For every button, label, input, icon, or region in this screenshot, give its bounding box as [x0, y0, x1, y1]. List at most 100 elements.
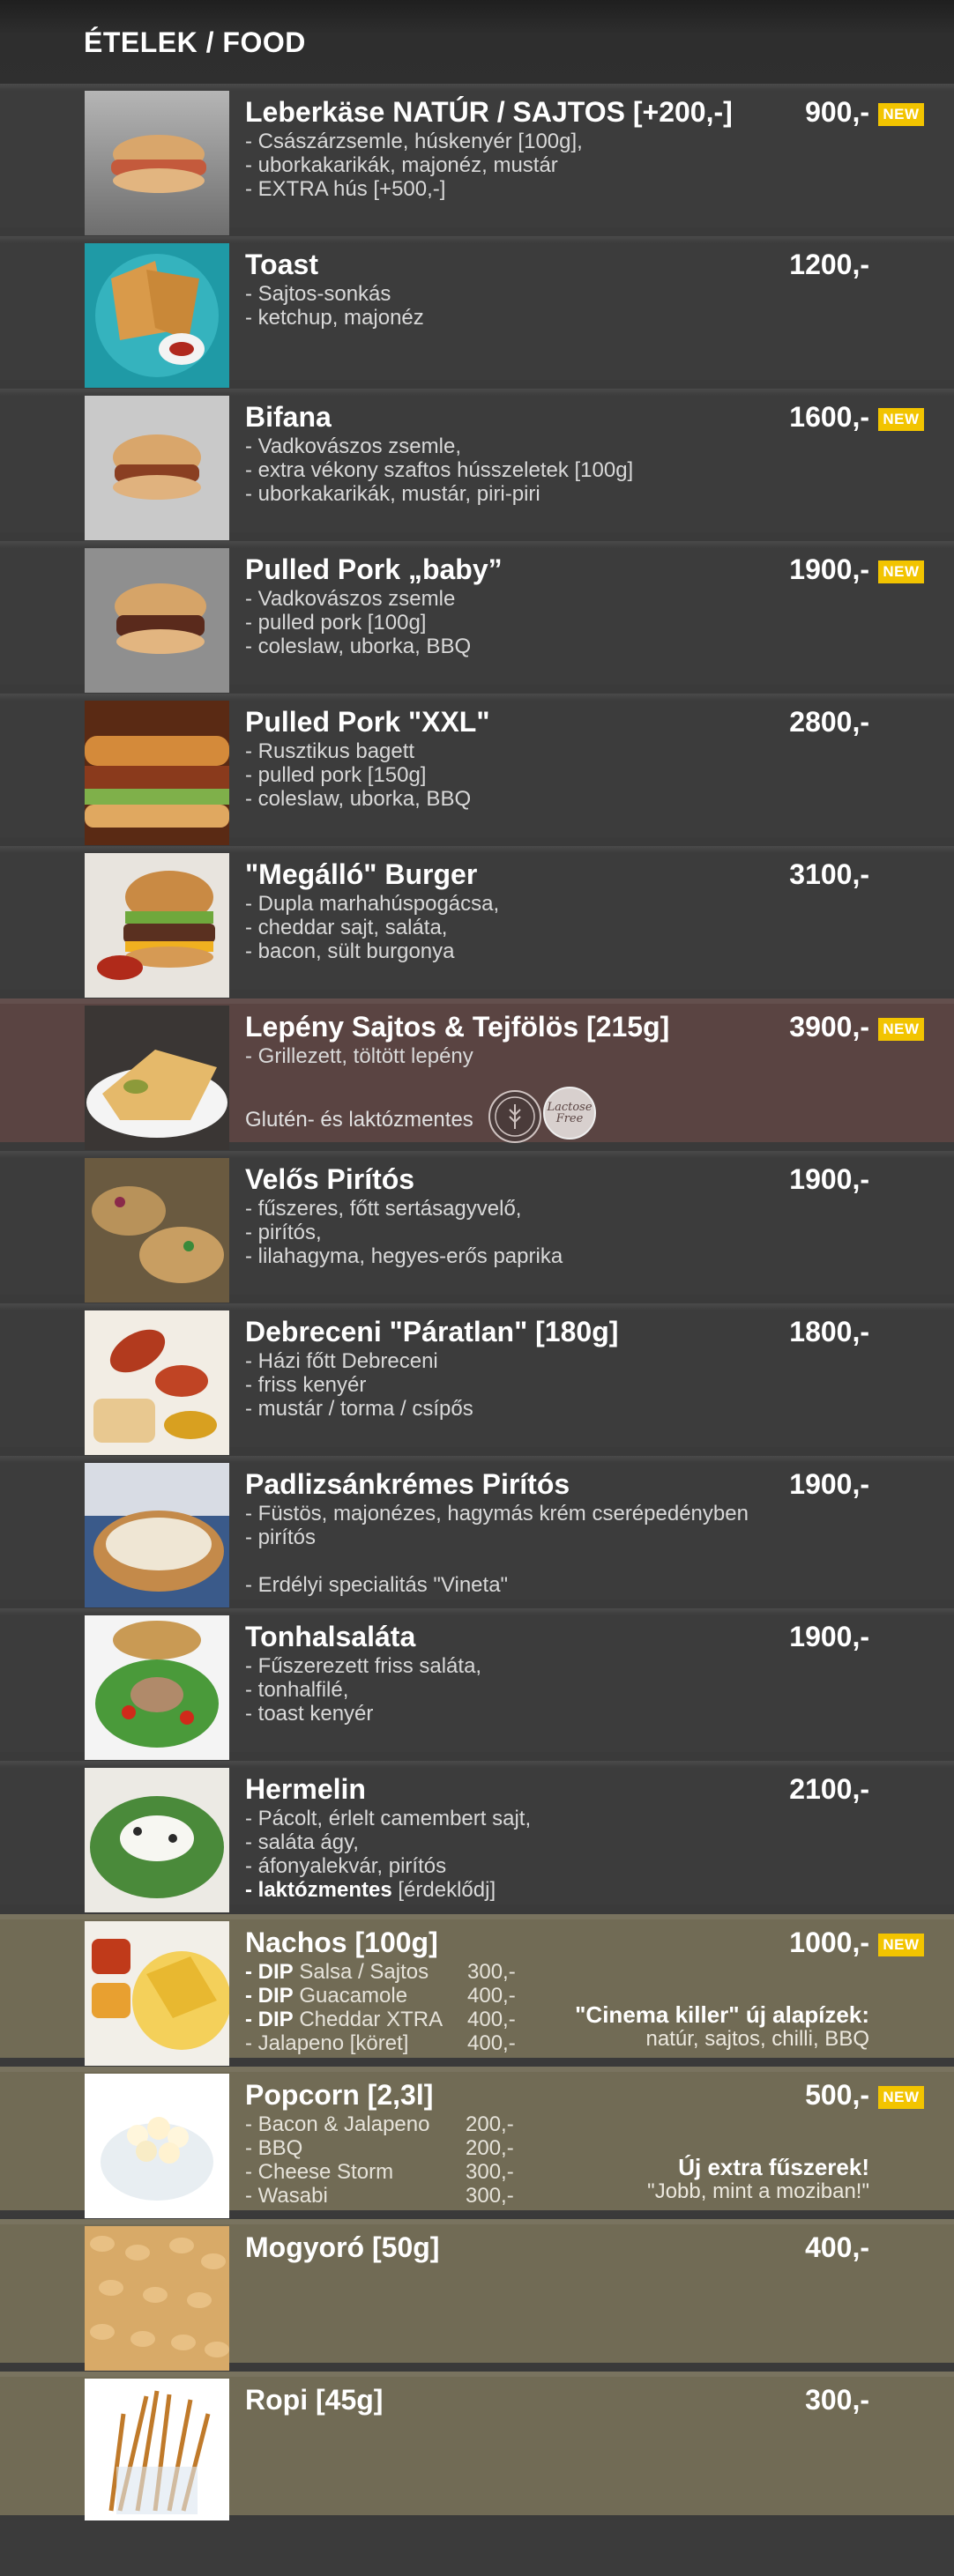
- option-price: 400,-: [467, 2008, 516, 2031]
- option-row: - Bacon & Jalapeno 200,-: [245, 2112, 527, 2136]
- menu-item-ropi: Ropi [45g] 300,-: [0, 2372, 954, 2523]
- food-photo: [85, 2226, 229, 2371]
- menu-item-lepeny: Lepény Sajtos & Tejfölös [215g] - Grille…: [0, 998, 954, 1150]
- desc-line: - laktózmentes [érdeklődj]: [245, 1878, 531, 1902]
- item-price: 1900,-: [789, 1468, 869, 1500]
- item-price: 3100,-: [789, 858, 869, 890]
- item-description: - Házi főtt Debreceni - friss kenyér - m…: [245, 1349, 473, 1421]
- menu-header: ÉTELEK / FOOD: [0, 0, 954, 88]
- desc-line: - Házi főtt Debreceni: [245, 1349, 438, 1373]
- desc-line: - áfonyalekvár, pirítós: [245, 1854, 447, 1878]
- option-name: - Jalapeno [köret]: [245, 2031, 409, 2055]
- desc-line: - toast kenyér: [245, 1702, 374, 1726]
- desc-line: - pulled pork [100g]: [245, 611, 427, 635]
- item-title: Padlizsánkrémes Pirítós: [245, 1468, 570, 1500]
- item-price: 1200,-: [789, 249, 869, 280]
- item-price: 2800,-: [789, 706, 869, 738]
- desc-line: - Vadkovászos zsemle: [245, 587, 456, 611]
- desc-line: - EXTRA hús [+500,-]: [245, 177, 446, 201]
- flavor-options: - Bacon & Jalapeno 200,- - BBQ 200,- - Che…: [245, 2112, 527, 2208]
- lactose-free-text: - laktózmentes: [245, 1878, 392, 1902]
- item-description: - Rusztikus bagett - pulled pork [150g] …: [245, 739, 471, 811]
- item-price: 500,-: [805, 2079, 869, 2111]
- desc-line: - Erdélyi specialitás "Vineta": [245, 1573, 509, 1597]
- option-price: 300,-: [467, 1960, 516, 1984]
- option-name: Cheddar XTRA: [293, 2008, 443, 2031]
- option-row: - Wasabi 300,-: [245, 2184, 527, 2208]
- item-title: Popcorn [2,3l]: [245, 2079, 434, 2111]
- item-price: 300,-: [805, 2384, 869, 2416]
- desc-line: - Rusztikus bagett: [245, 739, 415, 763]
- food-photo: [85, 2074, 229, 2218]
- item-title: "Megálló" Burger: [245, 858, 478, 890]
- item-price: 1900,-: [789, 553, 869, 585]
- item-description: - Vadkovászos zsemle, - extra vékony sza…: [245, 434, 633, 506]
- desc-line: - mustár / torma / csípős: [245, 1397, 473, 1421]
- item-price: 900,-: [805, 96, 869, 128]
- dip-options: - DIP Salsa / Sajtos 300,- - DIP Guacamol…: [245, 1960, 527, 2055]
- item-title: Lepény Sajtos & Tejfölös [215g]: [245, 1011, 670, 1043]
- item-description: - Pácolt, érlelt camembert sajt, - salát…: [245, 1807, 531, 1902]
- option-row: - DIP Guacamole 400,-: [245, 1984, 527, 2008]
- promo-subtitle: natúr, sajtos, chilli, BBQ: [645, 2027, 869, 2051]
- item-description: - Vadkovászos zsemle - pulled pork [100g…: [245, 587, 471, 658]
- menu-item-megallo-burger: "Megálló" Burger - Dupla marhahúspogácsa…: [0, 846, 954, 998]
- item-title: Leberkäse NATÚR / SAJTOS [+200,-]: [245, 96, 733, 128]
- item-price: 1000,-: [789, 1926, 869, 1958]
- desc-line: - Grillezett, töltött lepény: [245, 1044, 473, 1068]
- food-photo: [85, 1615, 229, 1760]
- option-price: 200,-: [466, 2112, 514, 2136]
- item-title: Toast: [245, 249, 318, 280]
- option-name: Salsa / Sajtos: [293, 1960, 429, 1984]
- desc-line: - pirítós,: [245, 1221, 322, 1244]
- food-photo: [85, 548, 229, 693]
- menu-item-pulled-pork-xxl: Pulled Pork "XXL" - Rusztikus bagett - p…: [0, 694, 954, 845]
- option-row: - DIP Salsa / Sajtos 300,-: [245, 1960, 527, 1984]
- item-price: 1900,-: [789, 1621, 869, 1652]
- promo-title: Új extra fűszerek!: [678, 2154, 869, 2180]
- food-photo: [85, 1310, 229, 1455]
- promo-note: Új extra fűszerek! "Jobb, mint a moziban…: [647, 2155, 869, 2203]
- menu-item-mogyoro: Mogyoró [50g] 400,-: [0, 2219, 954, 2371]
- food-photo: [85, 396, 229, 540]
- food-photo: [85, 1006, 229, 1150]
- option-row: - DIP Cheddar XTRA 400,-: [245, 2008, 527, 2031]
- food-photo: [85, 853, 229, 998]
- food-photo: [85, 1158, 229, 1303]
- item-price: 3900,-: [789, 1011, 869, 1043]
- item-title: Ropi [45g]: [245, 2384, 384, 2416]
- item-description: - Füstös, majonézes, hagymás krém cserép…: [245, 1502, 749, 1597]
- item-title: Debreceni "Páratlan" [180g]: [245, 1316, 619, 1347]
- item-price: 1600,-: [789, 401, 869, 433]
- page-title: ÉTELEK / FOOD: [84, 26, 306, 58]
- item-description: - Dupla marhahúspogácsa, - cheddar sajt,…: [245, 892, 499, 963]
- desc-line: - Vadkovászos zsemle,: [245, 434, 461, 458]
- item-description: - Császárzsemle, húskenyér [100g], - ubo…: [245, 130, 583, 201]
- option-price: 400,-: [467, 1984, 516, 2008]
- item-title: Hermelin: [245, 1773, 366, 1805]
- new-badge: NEW: [878, 2086, 924, 2109]
- option-prefix: - DIP: [245, 2008, 294, 2031]
- desc-line: - lilahagyma, hegyes-erős paprika: [245, 1244, 563, 1268]
- new-badge: NEW: [878, 408, 924, 431]
- new-badge: NEW: [878, 1934, 924, 1956]
- item-description: - Grillezett, töltött lepény: [245, 1044, 473, 1068]
- item-description: - Sajtos-sonkás - ketchup, majonéz: [245, 282, 424, 330]
- option-price: 300,-: [466, 2184, 514, 2208]
- desc-line: - uborkakarikák, majonéz, mustár: [245, 153, 558, 177]
- lactose-free-label: Lactose Free: [547, 1101, 593, 1125]
- menu-item-hermelin: Hermelin - Pácolt, érlelt camembert sajt…: [0, 1761, 954, 1912]
- option-price: 400,-: [467, 2031, 516, 2055]
- item-description: - Fűszerezett friss saláta, - tonhalfilé…: [245, 1654, 481, 1726]
- desc-line: - Császárzsemle, húskenyér [100g],: [245, 130, 583, 153]
- desc-line: - Dupla marhahúspogácsa,: [245, 892, 500, 916]
- item-price: 1900,-: [789, 1163, 869, 1195]
- item-title: Pulled Pork "XXL": [245, 706, 490, 738]
- item-title: Nachos [100g]: [245, 1926, 438, 1958]
- food-photo: [85, 701, 229, 845]
- item-title: Mogyoró [50g]: [245, 2231, 440, 2263]
- desc-line: - tonhalfilé,: [245, 1678, 349, 1702]
- desc-line: - Fűszerezett friss saláta,: [245, 1654, 482, 1678]
- new-badge: NEW: [878, 1018, 924, 1041]
- desc-line: - cheddar sajt, saláta,: [245, 916, 448, 939]
